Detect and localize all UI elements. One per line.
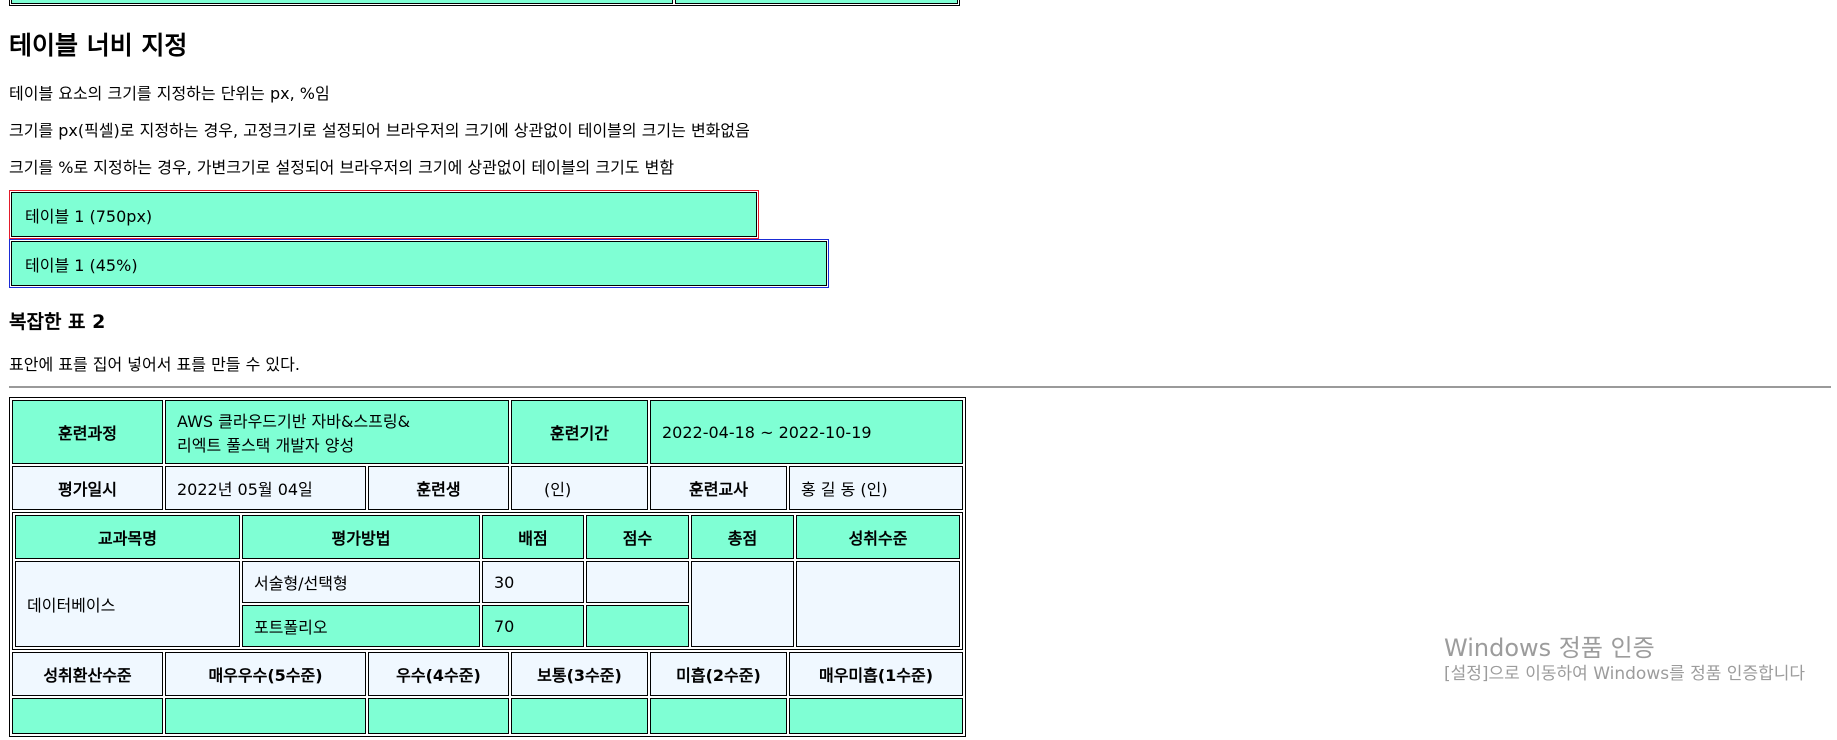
achievement-cell <box>796 561 961 647</box>
paragraph-units: 테이블 요소의 크기를 지정하는 단위는 px, %임 <box>9 84 330 103</box>
teacher-label: 훈련교사 <box>650 466 787 510</box>
level-value-cell <box>511 698 648 734</box>
course-line-2: 리엑트 풀스택 개발자 양성 <box>177 436 355 455</box>
horizontal-rule <box>9 386 1831 388</box>
points-value: 30 <box>482 561 584 603</box>
level-value-cell <box>12 698 163 734</box>
teacher-value: 홍 길 동 (인) <box>789 466 964 510</box>
course-value: AWS 클라우드기반 자바&스프링& 리엑트 풀스택 개발자 양성 <box>165 400 509 464</box>
method-value: 포트폴리오 <box>242 605 480 647</box>
level-4: 우수(4수준) <box>368 652 509 696</box>
header-method: 평가방법 <box>242 515 480 559</box>
watermark-subtitle: [설정]으로 이동하여 Windows를 정품 인증합니다 <box>1444 664 1806 684</box>
level-label: 성취환산수준 <box>12 652 163 696</box>
period-label: 훈련기간 <box>511 400 648 464</box>
score-cell <box>586 605 689 647</box>
eval-date-value: 2022년 05월 04일 <box>165 466 366 510</box>
cropped-cell <box>675 0 958 4</box>
table-row: 데이터베이스 서술형/선택형 30 <box>15 561 961 647</box>
table-row: 훈련과정 AWS 클라우드기반 자바&스프링& 리엑트 풀스택 개발자 양성 훈… <box>12 400 964 464</box>
header-subject: 교과목명 <box>15 515 240 559</box>
level-value-cell <box>650 698 787 734</box>
watermark-title: Windows 정품 인증 <box>1444 634 1655 662</box>
total-cell <box>691 561 794 647</box>
level-value-cell <box>165 698 366 734</box>
table-row: 교과목명 평가방법 배점 점수 총점 성취수준 <box>15 515 961 559</box>
level-1: 매우미흡(1수준) <box>789 652 964 696</box>
cropped-previous-table <box>9 0 960 6</box>
score-cell <box>586 561 689 603</box>
header-score: 점수 <box>586 515 689 559</box>
table-45pct-cell: 테이블 1 (45%) <box>11 241 827 286</box>
table-row: 평가일시 2022년 05월 04일 훈련생 (인) 훈련교사 홍 길 동 (인… <box>12 466 964 510</box>
period-value: 2022-04-18 ~ 2022-10-19 <box>650 400 964 464</box>
cropped-cell <box>11 0 673 4</box>
section-title: 테이블 너비 지정 <box>9 31 188 60</box>
trainee-value: (인) <box>511 466 648 510</box>
course-label: 훈련과정 <box>12 400 163 464</box>
table-750px: 테이블 1 (750px) <box>9 190 759 239</box>
header-total: 총점 <box>691 515 794 559</box>
header-achievement: 성취수준 <box>796 515 961 559</box>
header-points: 배점 <box>482 515 584 559</box>
method-value: 서술형/선택형 <box>242 561 480 603</box>
table-750px-cell: 테이블 1 (750px) <box>11 192 757 237</box>
trainee-label: 훈련생 <box>368 466 509 510</box>
table-row <box>12 698 964 734</box>
complex-table-title: 복잡한 표 2 <box>9 311 106 333</box>
windows-activation-watermark: Windows 정품 인증 [설정]으로 이동하여 Windows를 정품 인증… <box>1444 633 1805 685</box>
level-3: 보통(3수준) <box>511 652 648 696</box>
paragraph-px: 크기를 px(픽셀)로 지정하는 경우, 고정크기로 설정되어 브라우저의 크기… <box>9 121 750 140</box>
complex-table-desc: 표안에 표를 집어 넣어서 표를 만들 수 있다. <box>9 355 300 374</box>
course-line-1: AWS 클라우드기반 자바&스프링& <box>177 412 411 431</box>
inner-table-cell: 교과목명 평가방법 배점 점수 총점 성취수준 데이터베이스 서술형/선택형 3… <box>12 512 964 650</box>
paragraph-percent: 크기를 %로 지정하는 경우, 가변크기로 설정되어 브라우저의 크기에 상관없… <box>9 158 675 177</box>
evaluation-table: 훈련과정 AWS 클라우드기반 자바&스프링& 리엑트 풀스택 개발자 양성 훈… <box>9 397 967 737</box>
points-value: 70 <box>482 605 584 647</box>
eval-date-label: 평가일시 <box>12 466 163 510</box>
table-row: 성취환산수준 매우우수(5수준) 우수(4수준) 보통(3수준) 미흡(2수준)… <box>12 652 964 696</box>
table-45pct: 테이블 1 (45%) <box>9 239 829 288</box>
inner-table: 교과목명 평가방법 배점 점수 총점 성취수준 데이터베이스 서술형/선택형 3… <box>13 513 962 649</box>
level-2: 미흡(2수준) <box>650 652 787 696</box>
level-5: 매우우수(5수준) <box>165 652 366 696</box>
table-row: 교과목명 평가방법 배점 점수 총점 성취수준 데이터베이스 서술형/선택형 3… <box>12 512 964 650</box>
level-value-cell <box>789 698 964 734</box>
subject-value: 데이터베이스 <box>15 561 240 647</box>
level-value-cell <box>368 698 509 734</box>
